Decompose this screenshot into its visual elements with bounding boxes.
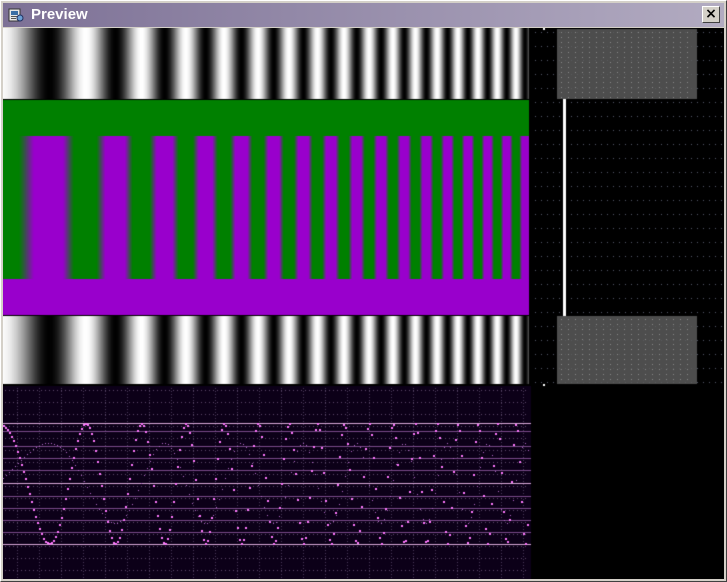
title-bar[interactable]: Preview ×	[3, 3, 724, 27]
preview-app-icon	[8, 8, 24, 22]
chirp-pattern-canvas	[3, 28, 724, 579]
window-title: Preview	[31, 6, 88, 23]
close-button[interactable]: ×	[702, 6, 720, 23]
preview-window: Preview ×	[0, 0, 727, 582]
preview-canvas-area	[3, 28, 724, 579]
